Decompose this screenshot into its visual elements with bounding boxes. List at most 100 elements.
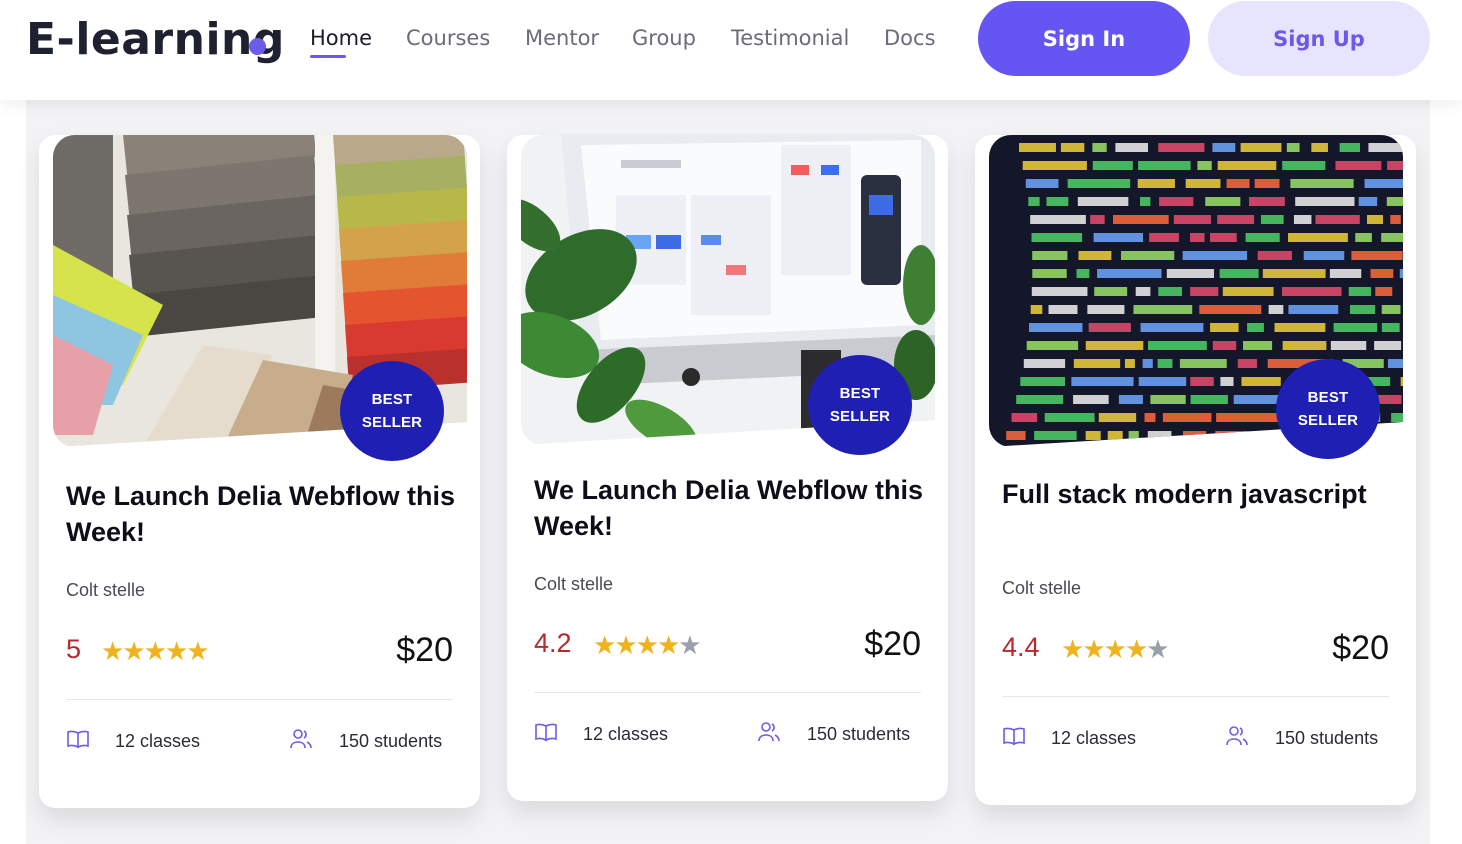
code-token	[1098, 413, 1137, 422]
code-token	[1190, 377, 1214, 386]
code-token	[1173, 215, 1212, 224]
card-divider	[534, 692, 921, 693]
code-token	[1391, 413, 1403, 422]
students-icon	[758, 722, 780, 742]
code-token	[1387, 161, 1403, 170]
nav-courses[interactable]: Courses	[406, 26, 490, 50]
best-seller-badge: BEST SELLER	[808, 355, 912, 455]
code-token	[1288, 233, 1348, 242]
code-token	[1400, 377, 1403, 386]
star-rating: ★★★★★	[1061, 634, 1170, 665]
nav-group[interactable]: Group	[632, 26, 696, 50]
code-token	[1158, 287, 1183, 296]
code-token	[1182, 251, 1248, 260]
code-token	[1067, 179, 1131, 188]
site-logo[interactable]: E-learning	[26, 14, 285, 65]
code-token	[1240, 143, 1282, 152]
course-title[interactable]: We Launch Delia Webflow this Week!	[66, 478, 466, 550]
code-token	[1311, 143, 1328, 152]
code-token	[1120, 251, 1175, 260]
sign-in-button[interactable]: Sign In	[978, 1, 1190, 76]
code-token	[1247, 323, 1264, 332]
nav-docs[interactable]: Docs	[884, 26, 936, 50]
badge-line-2: SELLER	[361, 414, 423, 431]
code-token	[1282, 341, 1327, 350]
code-token	[1254, 179, 1280, 188]
code-token	[1216, 413, 1280, 422]
code-token	[1183, 431, 1207, 440]
code-token	[1330, 341, 1367, 350]
code-token	[1028, 197, 1040, 206]
code-token	[1138, 161, 1191, 170]
code-token	[1118, 395, 1143, 404]
code-token	[1115, 143, 1148, 152]
logo-dot	[249, 38, 266, 55]
code-token	[1159, 197, 1194, 206]
star-icon: ★	[593, 630, 616, 660]
course-title[interactable]: We Launch Delia Webflow this Week!	[534, 472, 934, 544]
code-token	[1092, 161, 1133, 170]
code-token	[1215, 431, 1248, 440]
code-token	[1138, 377, 1187, 386]
code-token	[1092, 143, 1107, 152]
code-token	[1210, 323, 1239, 332]
course-price: $20	[864, 625, 921, 663]
nav-testimonial[interactable]: Testimonial	[731, 26, 849, 50]
code-token	[1046, 197, 1069, 206]
code-token	[1210, 233, 1237, 242]
code-token	[1124, 359, 1135, 368]
code-token	[1381, 233, 1403, 242]
course-card[interactable]: BEST SELLER We Launch Delia Webflow this…	[507, 135, 948, 801]
code-token	[1031, 233, 1083, 242]
sign-up-button[interactable]: Sign Up	[1208, 1, 1430, 76]
code-token	[1251, 431, 1270, 440]
code-token	[1023, 359, 1066, 368]
code-token	[1158, 143, 1205, 152]
code-token	[1073, 359, 1121, 368]
code-token	[1374, 341, 1402, 350]
code-token	[1351, 251, 1403, 260]
code-token	[1329, 269, 1362, 278]
code-token	[1335, 161, 1382, 170]
nav-active-indicator	[310, 55, 346, 58]
card-divider	[1002, 696, 1389, 697]
badge-line-1: BEST	[1307, 389, 1349, 406]
code-token	[1189, 233, 1205, 242]
code-token	[1112, 215, 1169, 224]
code-token	[1135, 287, 1151, 296]
code-token	[1071, 377, 1134, 386]
code-token	[1094, 287, 1128, 296]
code-token	[1157, 359, 1173, 368]
code-token	[1237, 359, 1257, 368]
course-title[interactable]: Full stack modern javascript	[1002, 476, 1402, 512]
code-token	[1147, 341, 1207, 350]
code-token	[1381, 323, 1400, 332]
code-token	[1140, 197, 1151, 206]
nav-home[interactable]: Home	[310, 26, 372, 50]
code-token	[1149, 233, 1179, 242]
rating-value: 4.4	[1002, 632, 1040, 662]
nav-mentor[interactable]: Mentor	[525, 26, 599, 50]
course-card[interactable]: BEST SELLER We Launch Delia Webflow this…	[39, 135, 480, 808]
code-token	[1029, 323, 1083, 332]
code-token	[1097, 269, 1162, 278]
course-card[interactable]: BEST SELLER Full stack modern javascript…	[975, 135, 1416, 805]
code-token	[1245, 233, 1280, 242]
code-token	[1367, 215, 1383, 224]
code-token	[1085, 431, 1101, 440]
code-token	[1137, 179, 1175, 188]
rating-value: 4.2	[534, 628, 572, 658]
code-token	[1144, 413, 1156, 422]
star-rating: ★★★★★	[593, 630, 702, 661]
code-token	[1257, 251, 1292, 260]
code-token	[1241, 377, 1281, 386]
code-token	[1368, 143, 1403, 152]
code-token	[1387, 359, 1403, 368]
code-token	[1032, 269, 1067, 278]
code-token	[1179, 359, 1227, 368]
badge-line-2: SELLER	[1297, 412, 1359, 429]
code-token	[1339, 143, 1361, 152]
code-token	[1185, 179, 1221, 188]
star-icon: ★	[164, 636, 188, 666]
code-token	[1022, 161, 1087, 170]
